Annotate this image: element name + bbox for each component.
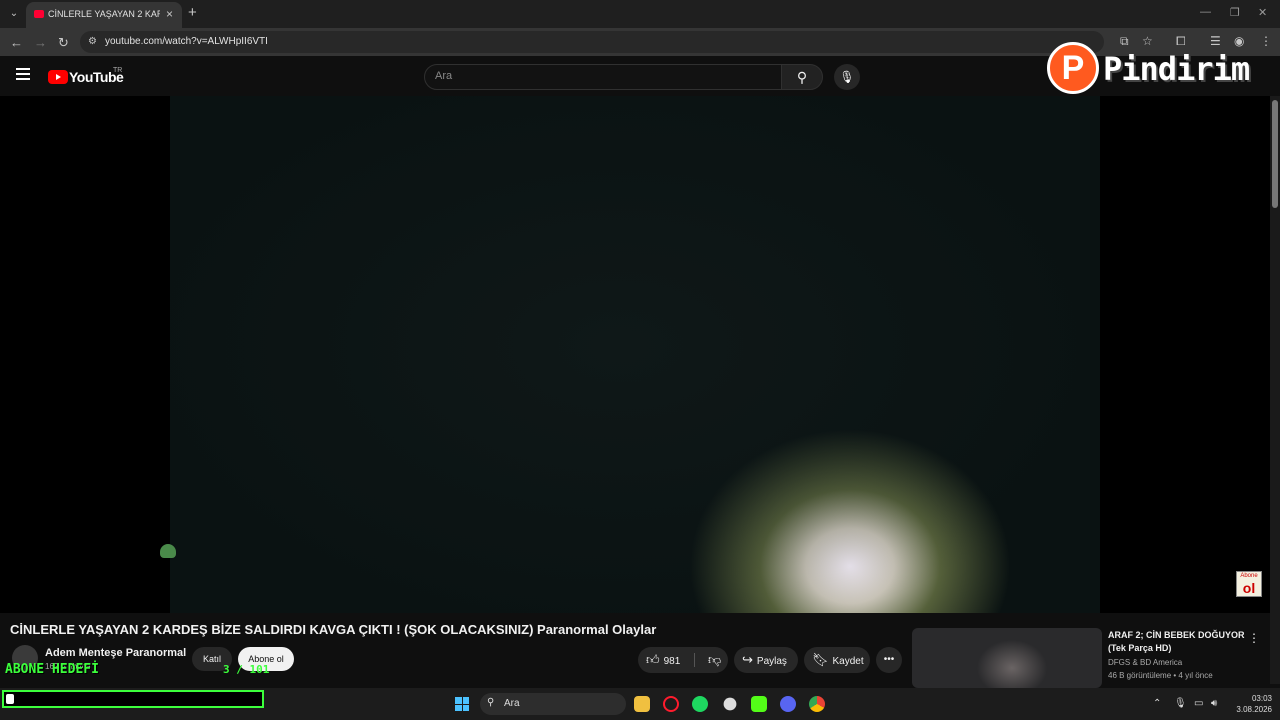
channel-name[interactable]: Adem Menteşe Paranormal: [45, 647, 186, 659]
new-tab-plus-icon[interactable]: +: [188, 4, 197, 21]
more-actions-button[interactable]: •••: [876, 647, 902, 673]
more-dots-icon: •••: [883, 654, 895, 665]
frog-emote-icon: [160, 544, 176, 558]
tray-mic-icon[interactable]: 🎙︎: [1174, 698, 1187, 709]
opera-icon[interactable]: [663, 696, 679, 712]
forward-arrow-icon[interactable]: →: [34, 35, 47, 50]
discord-icon[interactable]: [780, 696, 796, 712]
maximize-icon[interactable]: ❐: [1230, 6, 1240, 19]
like-divider: [694, 653, 695, 667]
spotify-icon[interactable]: [692, 696, 708, 712]
file-explorer-icon[interactable]: [634, 696, 650, 712]
thumbs-down-icon: 👎︎: [708, 652, 722, 667]
share-arrow-icon: ↪: [742, 652, 753, 667]
recommended-more-icon[interactable]: ⋮: [1248, 631, 1260, 645]
page-scrollbar[interactable]: [1270, 96, 1280, 684]
dislike-button[interactable]: 👎︎: [700, 647, 725, 675]
site-info-icon[interactable]: ⚙: [88, 36, 97, 47]
recommended-video-channel[interactable]: DFGS & BD America: [1108, 658, 1182, 667]
subscriber-goal-fill: [6, 694, 14, 704]
bookmark-icon: 🔖︎: [812, 652, 829, 667]
like-dislike-group: 👍︎ 981 👎︎: [638, 647, 728, 673]
recommended-video-thumbnail[interactable]: [912, 628, 1102, 688]
omnibox[interactable]: ⚙ youtube.com/watch?v=ALWHpII6VTI: [80, 31, 1104, 53]
subscriber-goal-bar: [2, 690, 264, 708]
network-icon[interactable]: ▭: [1194, 698, 1203, 709]
thumbs-up-icon: 👍︎: [646, 652, 660, 667]
search-box[interactable]: [424, 64, 782, 90]
subscriber-goal-count: 3 / 101: [223, 663, 270, 676]
tab-title: CİNLERLE YAŞAYAN 2 KARDEŞ B: [48, 9, 160, 19]
recommended-video-meta: 46 B görüntüleme • 4 yıl önce: [1108, 671, 1213, 680]
share-label: Paylaş: [756, 656, 787, 667]
sub-badge-top: Abone: [1240, 573, 1258, 579]
clock-date: 3.08.2026: [1236, 705, 1272, 714]
video-title: CİNLERLE YAŞAYAN 2 KARDEŞ BİZE SALDIRDI …: [10, 622, 657, 637]
scroll-thumb[interactable]: [1272, 100, 1278, 208]
tray-chevron-up-icon[interactable]: ⌃: [1153, 698, 1161, 709]
url-text: youtube.com/watch?v=ALWHpII6VTI: [105, 36, 268, 47]
reload-icon[interactable]: ↻: [58, 35, 69, 51]
kick-icon[interactable]: [751, 696, 767, 712]
video-player[interactable]: [0, 96, 1270, 613]
browser-tab-bar: ⌄ CİNLERLE YAŞAYAN 2 KARDEŞ B × + — ❐ ✕: [0, 0, 1280, 28]
subscribe-watermark[interactable]: Abone ol: [1236, 571, 1262, 597]
video-frame: [170, 96, 1100, 613]
taskbar-search[interactable]: ⚲ Ara: [480, 693, 626, 715]
chrome-icon[interactable]: [809, 696, 825, 712]
back-arrow-icon[interactable]: ←: [10, 35, 23, 50]
tab-close-icon[interactable]: ×: [166, 7, 173, 21]
like-count: 981: [663, 656, 681, 667]
taskbar-search-text: Ara: [504, 698, 520, 709]
search-button[interactable]: ⚲: [781, 64, 823, 90]
pindirim-logo-text: Pindirim: [1103, 50, 1250, 88]
minimize-icon[interactable]: —: [1200, 6, 1211, 18]
voice-search-mic-icon[interactable]: 🎙: [834, 64, 860, 90]
youtube-favicon-icon: [34, 10, 44, 18]
youtube-logo-icon[interactable]: [48, 70, 68, 84]
search-input[interactable]: [435, 70, 765, 82]
subscriber-goal-label: ABONE HEDEFİ: [5, 662, 99, 677]
steam-icon[interactable]: [723, 697, 737, 711]
windows-start-icon[interactable]: [455, 697, 469, 711]
share-button[interactable]: ↪ Paylaş: [734, 647, 798, 673]
volume-icon[interactable]: 🔊︎: [1211, 698, 1217, 709]
window-close-icon[interactable]: ✕: [1258, 6, 1267, 19]
browser-tab[interactable]: CİNLERLE YAŞAYAN 2 KARDEŞ B ×: [26, 2, 182, 28]
system-clock[interactable]: 03:03 3.08.2026: [1232, 693, 1272, 715]
like-button[interactable]: 👍︎ 981: [638, 652, 681, 667]
tab-search-chevron-icon[interactable]: ⌄: [6, 6, 22, 22]
sub-badge-bottom: ol: [1242, 580, 1256, 596]
recommended-video-title[interactable]: ARAF 2; CİN BEBEK DOĞUYOR (Tek Parça HD): [1108, 629, 1248, 655]
clock-time: 03:03: [1251, 694, 1272, 703]
pindirim-overlay-logo: P Pindirim: [1045, 40, 1275, 96]
video-shade: [170, 96, 1100, 613]
search-icon: ⚲: [796, 69, 808, 85]
country-code: TR: [113, 67, 123, 74]
save-button[interactable]: 🔖︎ Kaydet: [804, 647, 870, 673]
hamburger-menu-icon[interactable]: [16, 68, 30, 80]
pindirim-logo-letter: P: [1047, 42, 1099, 94]
save-label: Kaydet: [832, 656, 864, 667]
taskbar-search-icon: ⚲: [487, 697, 495, 708]
